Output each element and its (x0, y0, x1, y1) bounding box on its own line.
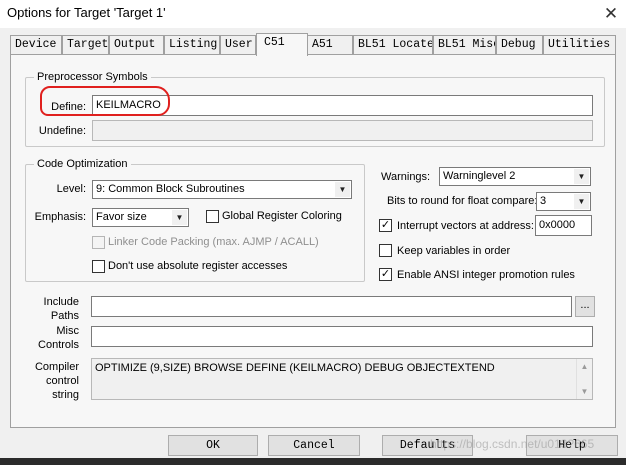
level-label: Level: (56, 183, 86, 195)
define-highlight-annotation (40, 86, 170, 116)
include-paths-input[interactable] (91, 296, 572, 317)
tab-listing[interactable]: Listing (164, 35, 220, 55)
close-icon[interactable]: ✕ (598, 2, 624, 26)
float-compare-value: 3 (540, 195, 547, 207)
include-paths-browse-button[interactable]: ... (575, 296, 595, 317)
tab-utilities[interactable]: Utilities (543, 35, 616, 55)
absolute-register-label: Don't use absolute register accesses (108, 260, 288, 272)
level-select[interactable]: 9: Common Block Subroutines ▼ (92, 180, 352, 199)
watermark: https://blog.csdn.net/u013?665 (430, 437, 595, 451)
tab-bl51-misc[interactable]: BL51 Misc (433, 35, 496, 55)
chevron-down-icon: ▼ (574, 194, 589, 209)
title-bar: Options for Target 'Target 1' ✕ (0, 0, 626, 28)
float-compare-label: Bits to round for float compare: (387, 195, 538, 207)
emphasis-select[interactable]: Favor size ▼ (92, 208, 189, 227)
tab-a51[interactable]: A51 (307, 35, 353, 55)
tab-bl51-locate[interactable]: BL51 Locate (353, 35, 433, 55)
tab-device[interactable]: Device (10, 35, 62, 55)
include-paths-label-line2: Paths (50, 310, 79, 322)
warnings-select[interactable]: Warninglevel 2 ▼ (439, 167, 591, 186)
emphasis-value: Favor size (96, 211, 147, 223)
keep-variables-label: Keep variables in order (397, 245, 511, 257)
code-optimization-legend: Code Optimization (34, 157, 131, 171)
compiler-control-scrollbar[interactable]: ▲ ▼ (576, 359, 592, 399)
emphasis-label: Emphasis: (34, 211, 86, 223)
warnings-label: Warnings: (381, 171, 431, 183)
compiler-control-label-line3: string (52, 389, 79, 401)
compiler-control-string-text: OPTIMIZE (9,SIZE) BROWSE DEFINE (KEILMAC… (95, 362, 495, 374)
interrupt-vectors-label: Interrupt vectors at address: (397, 220, 534, 232)
interrupt-address-input[interactable]: 0x0000 (535, 215, 592, 236)
undefine-input (92, 120, 593, 141)
code-optimization-group: Code Optimization Level: 9: Common Block… (25, 157, 365, 282)
scroll-up-icon[interactable]: ▲ (577, 359, 592, 374)
compiler-control-label-line2: control (45, 375, 79, 387)
tab-user[interactable]: User (220, 35, 256, 55)
chevron-down-icon: ▼ (574, 169, 589, 184)
scroll-down-icon[interactable]: ▼ (577, 384, 592, 399)
include-paths-label: Include Paths (31, 295, 79, 323)
tab-output[interactable]: Output (109, 35, 164, 55)
keep-variables-checkbox[interactable] (379, 244, 392, 257)
cancel-button[interactable]: Cancel (268, 435, 360, 456)
global-register-label: Global Register Coloring (222, 210, 342, 222)
include-paths-label-line1: Include (43, 296, 79, 308)
misc-controls-label-line2: Controls (38, 339, 79, 351)
linker-packing-label: Linker Code Packing (max. AJMP / ACALL) (108, 236, 319, 248)
ok-button[interactable]: OK (168, 435, 258, 456)
tab-c51[interactable]: C51 (256, 33, 308, 56)
ansi-promotion-label: Enable ANSI integer promotion rules (397, 269, 575, 281)
compiler-control-label: Compiler control string (31, 360, 79, 402)
interrupt-vectors-checkbox[interactable]: ✓ (379, 219, 392, 232)
window-title: Options for Target 'Target 1' (7, 5, 166, 20)
tab-debug[interactable]: Debug (496, 35, 543, 55)
undefine-label: Undefine: (38, 125, 86, 137)
misc-controls-input[interactable] (91, 326, 593, 347)
tab-bar: Device Target Output Listing User C51 A5… (10, 33, 616, 56)
misc-controls-label: Misc Controls (31, 324, 79, 352)
warnings-value: Warninglevel 2 (443, 170, 516, 182)
preprocessor-symbols-legend: Preprocessor Symbols (34, 70, 151, 84)
absolute-register-checkbox[interactable] (92, 260, 105, 273)
global-register-checkbox[interactable] (206, 210, 219, 223)
float-compare-select[interactable]: 3 ▼ (536, 192, 591, 211)
compiler-control-label-line1: Compiler (34, 361, 79, 373)
linker-packing-checkbox (92, 236, 105, 249)
chevron-down-icon: ▼ (335, 182, 350, 197)
ansi-promotion-checkbox[interactable]: ✓ (379, 268, 392, 281)
tab-target[interactable]: Target (62, 35, 109, 55)
bottom-edge-strip (0, 458, 626, 465)
level-value: 9: Common Block Subroutines (96, 183, 245, 195)
compiler-control-string[interactable]: OPTIMIZE (9,SIZE) BROWSE DEFINE (KEILMAC… (91, 358, 593, 400)
misc-controls-label-line1: Misc (56, 325, 79, 337)
chevron-down-icon: ▼ (172, 210, 187, 225)
